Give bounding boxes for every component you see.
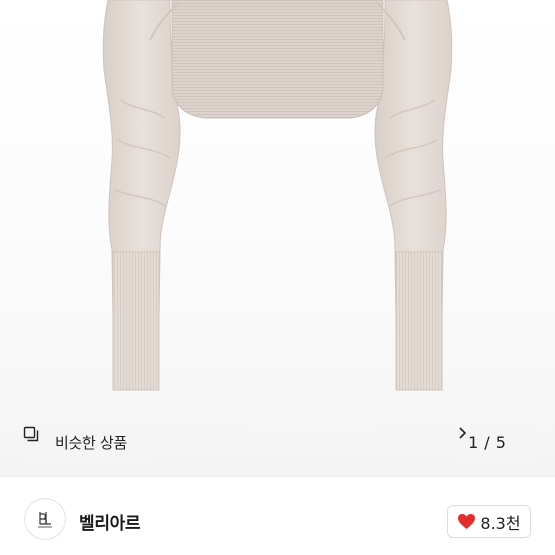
shop-avatar[interactable] (24, 498, 66, 540)
heart-icon (457, 513, 476, 530)
similar-items-label: 비슷한 상품 (55, 433, 127, 452)
total-pages: 5 (495, 432, 506, 452)
image-pager-button[interactable]: 1 / 5 (457, 426, 533, 458)
shop-name[interactable]: 벨리아르 (79, 509, 141, 534)
product-image (102, 0, 453, 391)
chevron-right-icon (459, 427, 522, 449)
shop-info-row[interactable]: 벨리아르 8.3천 (0, 477, 555, 555)
copy-icon (23, 426, 50, 450)
shop-logo (38, 512, 52, 528)
like-count: 8.3천 (480, 513, 521, 533)
current-page: 1 (468, 432, 479, 452)
page-separator: / (484, 432, 490, 452)
similar-items-button[interactable]: 비슷한 상품 (23, 426, 150, 458)
product-image-carousel[interactable]: 비슷한 상품 1 / 5 (0, 0, 555, 476)
like-button[interactable]: 8.3천 (447, 505, 531, 538)
